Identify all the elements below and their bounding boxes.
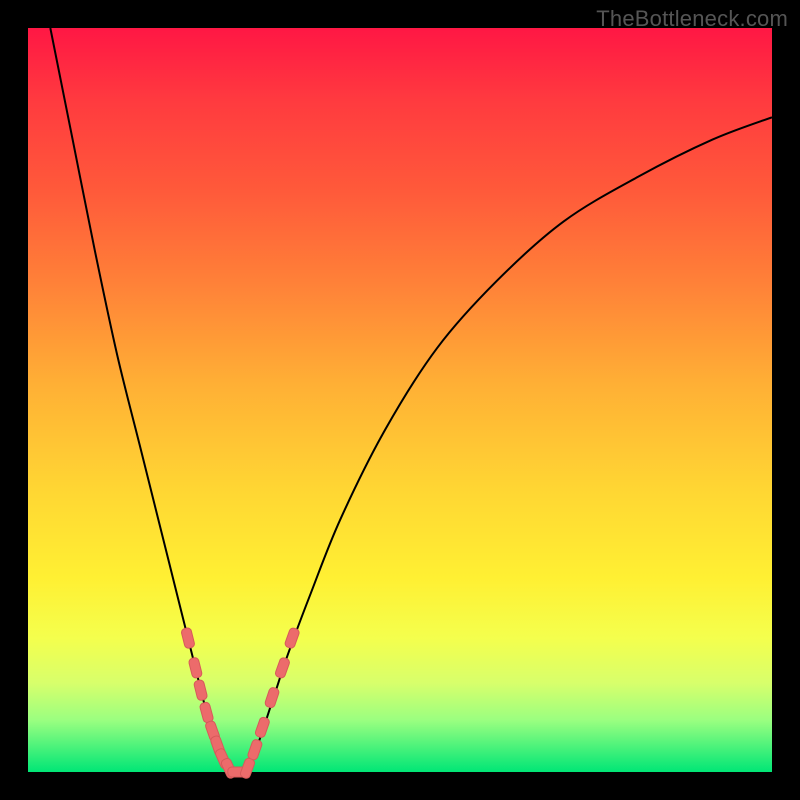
- left-curve: [50, 28, 229, 772]
- right-curve: [247, 117, 772, 772]
- data-marker: [264, 687, 280, 709]
- data-markers: [181, 627, 301, 779]
- curves-svg: [28, 28, 772, 772]
- data-marker: [239, 757, 255, 779]
- data-marker: [254, 716, 270, 738]
- data-marker: [181, 627, 196, 649]
- chart-frame: TheBottleneck.com: [0, 0, 800, 800]
- data-marker: [284, 627, 300, 649]
- data-marker: [199, 702, 214, 724]
- data-marker: [274, 657, 290, 679]
- data-marker: [188, 657, 203, 679]
- data-marker: [247, 739, 263, 761]
- plot-area: [28, 28, 772, 772]
- data-marker: [193, 679, 208, 701]
